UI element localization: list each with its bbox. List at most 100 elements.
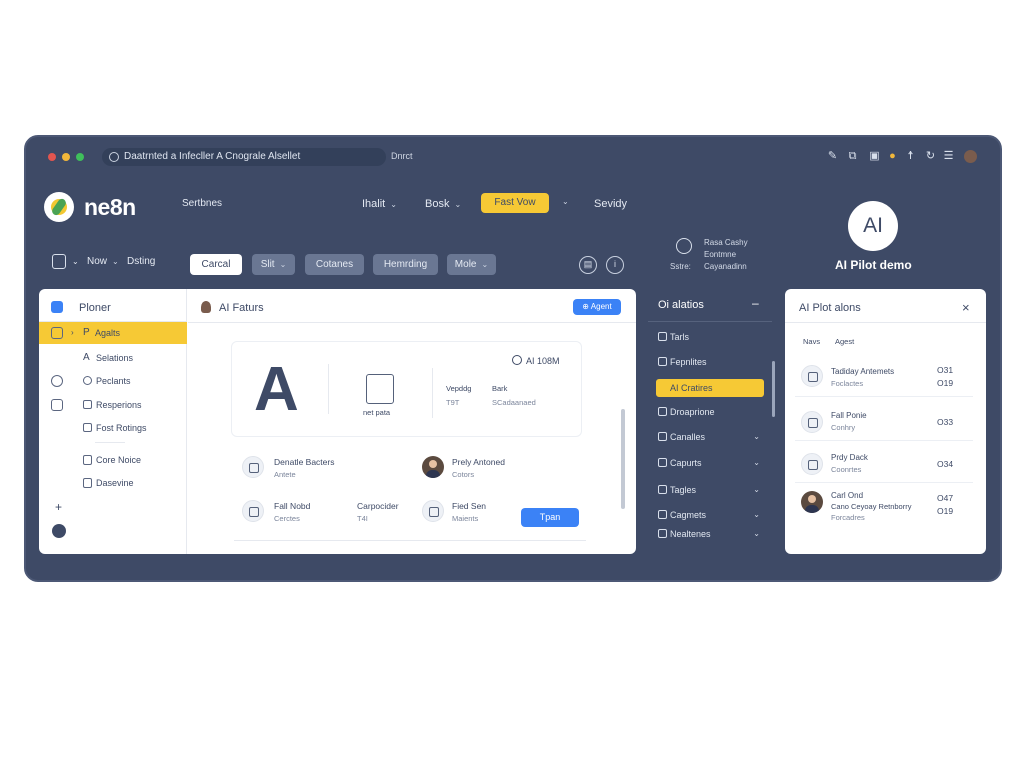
sidebar-item-agents[interactable]: › P Agalts — [39, 322, 187, 344]
option-item-ai-cratires[interactable]: AI Cratires — [656, 379, 764, 397]
user-avatar[interactable] — [964, 150, 977, 163]
ai-badge[interactable]: AI — [848, 201, 898, 251]
divider — [785, 322, 986, 323]
layout-icon[interactable]: ▤ — [579, 256, 597, 274]
list-item-title[interactable]: Denatle Bacters — [274, 457, 334, 467]
cancel-button[interactable]: Carcal — [190, 254, 242, 275]
minimize-window-button[interactable] — [62, 153, 70, 161]
ai-demo-title: AI Pilot demo — [835, 258, 912, 272]
list-item-title[interactable]: Fied Sen — [452, 501, 486, 511]
pilot-row[interactable]: Prdy Dack Coonrtes O34 — [795, 449, 973, 483]
main-panel: Ploner › P Agalts A Selations Peclants R… — [39, 289, 636, 554]
row-value: O47 — [937, 493, 954, 503]
pilot-row[interactable]: Carl Ond Cano Ceyoay Retnborry Forcadres… — [795, 491, 973, 531]
hemrding-button[interactable]: Hemrding — [373, 254, 438, 275]
url-bar[interactable]: Daatrnted a Infecller A Cnograle Alselle… — [102, 148, 386, 166]
tab-agest[interactable]: Agest — [835, 337, 854, 346]
divider — [234, 540, 586, 541]
row-value: O34 — [937, 459, 954, 469]
pilot-row[interactable]: Fall Ponie Conhry O33 — [795, 407, 973, 441]
refresh-icon[interactable]: ↻ — [924, 150, 937, 163]
clock-icon — [676, 238, 692, 254]
list-item-sub: T4I — [357, 514, 368, 523]
sidebar-item-core-noice[interactable]: Core Noice — [39, 449, 187, 471]
tpan-button[interactable]: Tpan — [521, 508, 579, 527]
diamond-icon — [658, 510, 667, 519]
divider — [648, 321, 772, 322]
nav-item-sevidy[interactable]: Sevidy — [594, 198, 627, 210]
doc-label: net pata — [363, 408, 391, 417]
chevron-down-icon[interactable]: ⌄ — [72, 257, 79, 266]
option-item-canalles[interactable]: Canalles ⌄ — [648, 428, 764, 446]
settings-icon[interactable] — [52, 524, 66, 538]
chevron-down-icon: ⌄ — [753, 458, 760, 467]
pilot-row[interactable]: Tadiday Antemets Foclactes O31 O19 — [795, 363, 973, 397]
add-button[interactable]: + — [55, 500, 62, 514]
now-dropdown[interactable]: Now ⌄ — [87, 256, 119, 267]
close-window-button[interactable] — [48, 153, 56, 161]
sidebar-item-peclants[interactable]: Peclants — [39, 370, 187, 392]
info-icon[interactable]: i — [606, 256, 624, 274]
split-button[interactable]: Slit ⌄ — [252, 254, 295, 275]
options-panel: Oi alatios – Tarls Fepnlites AI Cratires… — [648, 289, 775, 551]
divider — [432, 368, 433, 418]
chevron-down-icon: ⌄ — [753, 510, 760, 519]
option-item-cagmets[interactable]: Cagmets ⌄ — [648, 506, 764, 524]
nav-item-bosk[interactable]: Bosk ⌄ — [425, 198, 461, 210]
option-item-droaprione[interactable]: Droaprione — [648, 403, 764, 421]
cotanes-button[interactable]: Cotanes — [305, 254, 364, 275]
meta-label: AI 108M — [512, 355, 560, 366]
sidebar-item-label: Resperions — [96, 400, 142, 410]
sidebar-item-label: Peclants — [96, 376, 131, 386]
maximize-window-button[interactable] — [76, 153, 84, 161]
sidebar-item-selations[interactable]: A Selations — [39, 347, 187, 369]
sidebar-item-dasevine[interactable]: Dasevine — [39, 472, 187, 494]
scrollbar[interactable] — [621, 409, 625, 509]
url-text: Daatrnted a Infecller A Cnograle Alselle… — [124, 151, 301, 162]
settings-link[interactable]: Sertbnes — [182, 198, 222, 209]
option-item-fepnlites[interactable]: Fepnlites — [648, 353, 764, 371]
brand-name: ne8n — [84, 194, 136, 220]
col2-title: Bark — [492, 384, 508, 393]
feature-card[interactable]: A net pata Vepddg T9T Bark SCadaanaed AI… — [231, 341, 582, 437]
mole-button[interactable]: Mole ⌄ — [447, 254, 496, 275]
tab-navs[interactable]: Navs — [803, 337, 820, 346]
chevron-down-icon[interactable]: ⌄ — [557, 195, 569, 207]
avatar — [801, 491, 823, 513]
status-value: Cayanadinn — [704, 262, 747, 271]
copy-icon[interactable]: ⧉ — [846, 150, 859, 163]
scrollbar[interactable] — [772, 361, 775, 417]
table-icon — [658, 485, 667, 494]
list-item-sub: Antete — [274, 470, 296, 479]
collapse-button[interactable]: – — [752, 296, 759, 310]
user-icon — [83, 376, 92, 385]
dating-label[interactable]: Dsting — [127, 256, 155, 267]
edit-icon[interactable]: ✎ — [826, 150, 839, 163]
col1-value: T9T — [446, 398, 460, 407]
option-item-tarls[interactable]: Tarls — [648, 328, 764, 346]
menu-icon[interactable]: ☰ — [942, 150, 955, 163]
agent-button[interactable]: ⊕ Agent — [573, 299, 621, 315]
sidebar-item-fost-rotings[interactable]: Fost Rotings — [39, 417, 187, 439]
planner-icon — [51, 301, 63, 313]
row-sub: Foclactes — [831, 379, 864, 388]
list-item-title[interactable]: Fall Nobd — [274, 501, 310, 511]
option-item-nealtenes[interactable]: Nealtenes ⌄ — [648, 525, 764, 543]
file-icon — [83, 455, 92, 465]
options-title: Oi alatios — [658, 299, 704, 311]
report-icon — [801, 365, 823, 387]
sidebar-item-resperions[interactable]: Resperions — [39, 394, 187, 416]
search-icon — [109, 152, 119, 162]
save-icon[interactable]: ▣ — [868, 150, 881, 163]
fast-view-button[interactable]: Fast Vow — [481, 193, 549, 213]
option-item-tagles[interactable]: Tagles ⌄ — [648, 481, 764, 499]
document-icon[interactable] — [52, 254, 66, 269]
option-item-capurts[interactable]: Capurts ⌄ — [648, 454, 764, 472]
close-icon[interactable]: × — [962, 300, 970, 315]
nav-item-halit[interactable]: Ihalit ⌄ — [362, 198, 397, 210]
row-title: Fall Ponie — [831, 411, 867, 420]
globe-icon — [51, 375, 63, 387]
list-item-title[interactable]: Prely Antoned — [452, 457, 505, 467]
pin-icon[interactable]: ☨ — [904, 150, 917, 163]
list-item-title[interactable]: Carpocider — [357, 501, 399, 511]
